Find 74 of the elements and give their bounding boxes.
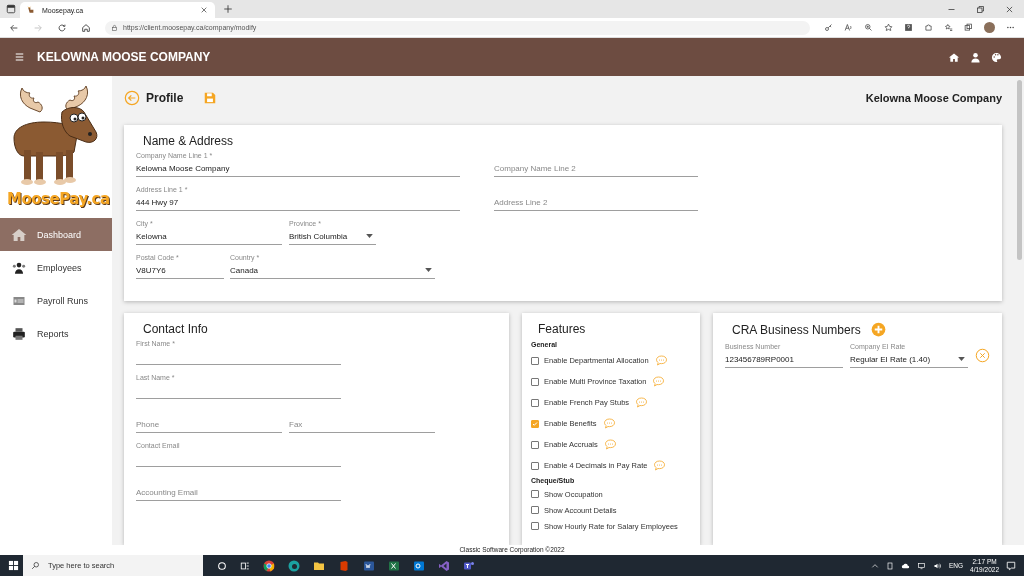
card-title: Name & Address: [143, 134, 235, 148]
palette-icon[interactable]: [991, 51, 1002, 63]
checkbox[interactable]: [531, 356, 539, 365]
nav-item[interactable]: Payroll Runs: [0, 284, 112, 317]
window-menu-icon[interactable]: [6, 4, 16, 14]
close-icon[interactable]: [200, 6, 208, 14]
page-title: Profile: [146, 91, 184, 105]
collections-icon[interactable]: [964, 23, 973, 32]
lock-icon: [111, 23, 118, 32]
person-icon[interactable]: [970, 51, 981, 63]
menu-icon[interactable]: [14, 52, 25, 62]
read-aloud-icon[interactable]: [844, 23, 853, 32]
home-icon[interactable]: [81, 22, 91, 33]
nav-item[interactable]: Employees: [0, 251, 112, 284]
chevron-up-icon[interactable]: [871, 561, 879, 570]
moose-favicon-icon: [27, 5, 36, 15]
help-icon[interactable]: [904, 23, 913, 32]
back-icon[interactable]: [9, 22, 19, 33]
card-title: Features: [538, 322, 587, 336]
edge-icon[interactable]: [288, 559, 300, 572]
chrome-icon[interactable]: [263, 559, 275, 572]
home-icon: [10, 226, 28, 243]
checkbox[interactable]: [531, 398, 539, 407]
checkbox[interactable]: [531, 377, 539, 386]
excel-icon[interactable]: [388, 559, 400, 572]
printer-icon: [10, 326, 28, 341]
outlook-icon[interactable]: [413, 559, 425, 572]
circle-icon[interactable]: [217, 560, 227, 571]
nav-item[interactable]: Dashboard: [0, 218, 112, 251]
caret-icon: [425, 268, 432, 272]
close-icon[interactable]: [1005, 4, 1014, 14]
text-field[interactable]: Fax: [289, 408, 435, 433]
plus-icon[interactable]: [223, 4, 233, 14]
people-icon: [10, 260, 28, 275]
favorite-icon[interactable]: [884, 23, 893, 32]
text-field[interactable]: Company Name Line 2: [494, 152, 698, 177]
windows-start-icon[interactable]: [8, 560, 19, 571]
caret-icon: [366, 234, 373, 238]
task-view-icon[interactable]: [240, 560, 250, 571]
home-icon[interactable]: [948, 51, 960, 63]
checkbox[interactable]: [531, 419, 539, 428]
visual-studio-icon[interactable]: [438, 559, 450, 572]
card-title: CRA Business Numbers: [732, 322, 861, 337]
nav-item[interactable]: Reports: [0, 317, 112, 350]
logo-text: MoosePay.ca: [7, 190, 110, 208]
refresh-icon[interactable]: [57, 22, 67, 33]
search-icon: [31, 561, 40, 570]
text-field[interactable]: Address Line 2: [494, 186, 698, 211]
scrollbar[interactable]: [1014, 76, 1024, 545]
volume-icon[interactable]: [933, 561, 942, 570]
checkbox[interactable]: [531, 440, 539, 449]
checkbox[interactable]: [531, 490, 539, 498]
zoom-icon[interactable]: [864, 23, 873, 32]
office-icon[interactable]: [338, 559, 350, 572]
text-field[interactable]: Phone: [136, 408, 282, 433]
restore-icon[interactable]: [976, 4, 985, 14]
company-name: Kelowna Moose Company: [865, 92, 1002, 104]
card-title: Contact Info: [143, 322, 209, 336]
network-icon[interactable]: [917, 561, 926, 570]
extension-icon[interactable]: [924, 23, 933, 32]
checkbox[interactable]: [531, 506, 539, 514]
battery-icon[interactable]: [886, 561, 894, 570]
word-icon[interactable]: [363, 559, 375, 572]
app-title: KELOWNA MOOSE COMPANY: [37, 50, 212, 64]
notification-icon[interactable]: [1006, 560, 1016, 571]
teams-icon[interactable]: [463, 559, 475, 572]
caret-icon: [958, 357, 965, 361]
favorites-list-icon[interactable]: [944, 23, 953, 32]
key-icon[interactable]: [824, 23, 833, 32]
checkbox[interactable]: [531, 461, 539, 470]
avatar[interactable]: [984, 22, 995, 33]
checkbox[interactable]: [531, 522, 539, 530]
text-field[interactable]: Accounting Email: [136, 476, 341, 501]
cloud-icon[interactable]: [901, 561, 910, 570]
